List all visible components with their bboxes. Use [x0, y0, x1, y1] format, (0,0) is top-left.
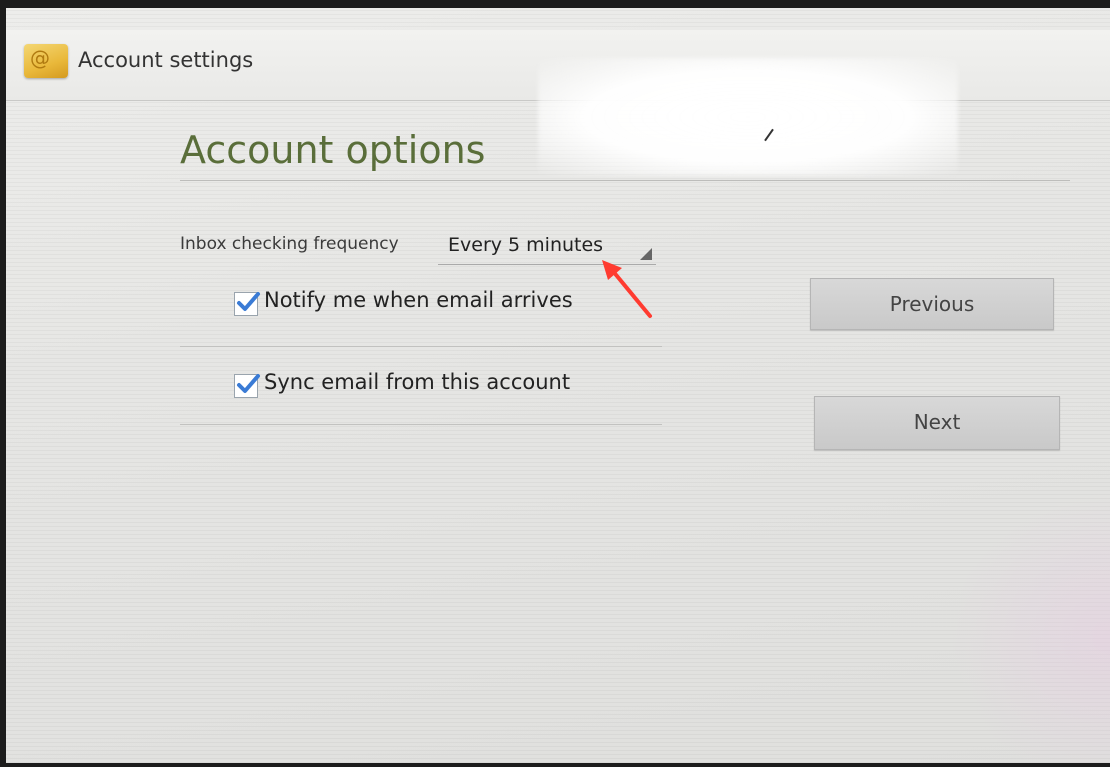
checkmark-icon	[237, 292, 260, 311]
page-title: Account options	[180, 128, 486, 172]
screen: Account settings Account options Inbox c…	[6, 8, 1110, 763]
window-title: Account settings	[78, 48, 254, 72]
sync-option[interactable]: Sync email from this account	[180, 368, 660, 428]
frequency-label: Inbox checking frequency	[180, 234, 399, 254]
next-button-label: Next	[913, 410, 961, 434]
checkmark-icon	[237, 374, 260, 393]
notify-label: Notify me when email arrives	[264, 288, 573, 312]
device-frame: Account settings Account options Inbox c…	[0, 0, 1110, 767]
option-divider	[180, 346, 662, 347]
notify-checkbox[interactable]	[234, 292, 260, 316]
next-button[interactable]: Next	[814, 396, 1060, 450]
sync-checkbox[interactable]	[234, 374, 260, 398]
previous-button-label: Previous	[889, 292, 975, 316]
sync-label: Sync email from this account	[264, 370, 571, 394]
option-divider	[180, 424, 662, 425]
screen-tint	[950, 488, 1110, 763]
email-icon	[24, 44, 68, 78]
frequency-value: Every 5 minutes	[448, 234, 604, 256]
previous-button[interactable]: Previous	[810, 278, 1054, 330]
screen-glare	[538, 58, 958, 176]
notify-option[interactable]: Notify me when email arrives	[180, 286, 660, 346]
heading-divider	[180, 180, 1070, 181]
